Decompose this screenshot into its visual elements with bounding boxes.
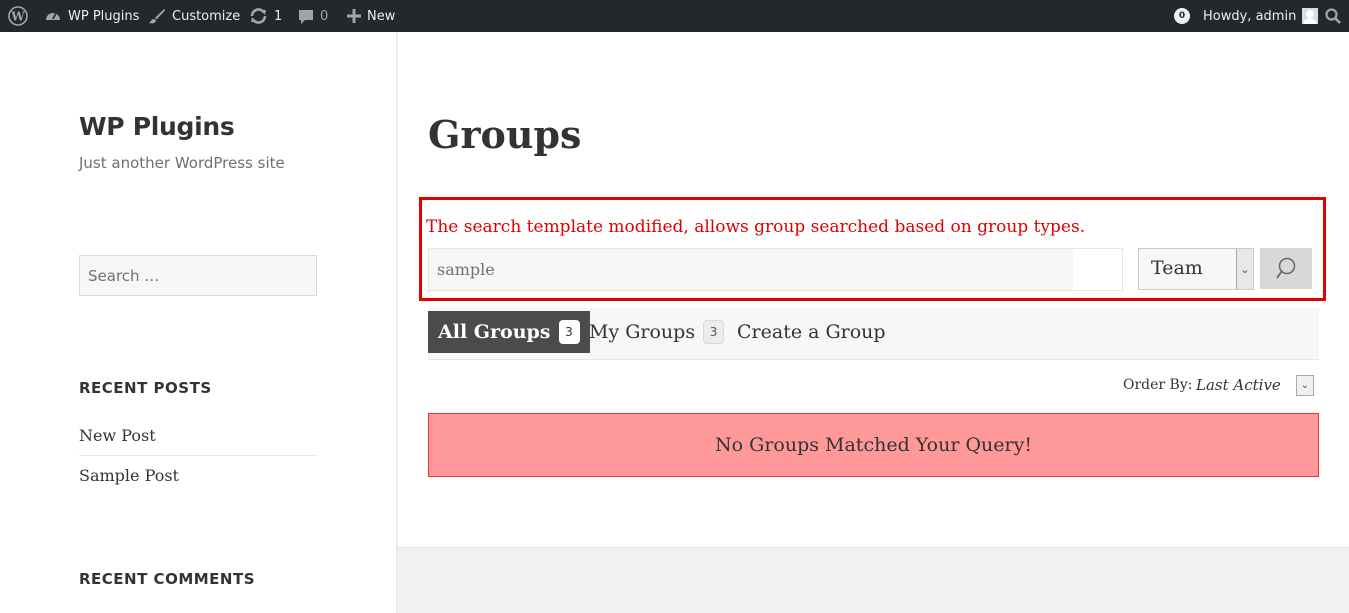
order-by-select[interactable]: Last Active [1196,376,1281,394]
updates-icon [250,8,267,24]
new-content-link[interactable]: New [347,0,395,32]
tab-label: My Groups [589,321,696,343]
search-icon [1276,257,1296,279]
main-content: Groups The search template modified, all… [398,32,1349,547]
page-title: Groups [428,112,582,157]
avatar [1302,8,1319,24]
tab-label: Create a Group [737,321,886,343]
group-search-field[interactable] [428,248,1123,291]
site-name-link[interactable]: WP Plugins [44,0,139,32]
wordpress-logo-icon: W [8,6,28,26]
comment-bubble-icon [299,9,313,24]
footer-area [398,547,1349,613]
updates-link[interactable]: 1 [249,0,282,32]
order-by-label: Order By: [1123,377,1193,393]
site-name-label: WP Plugins [68,8,140,24]
group-type-selected: Team [1151,257,1203,279]
dashboard-icon [46,12,60,20]
group-search-input[interactable] [429,249,1122,290]
tab-label: All Groups [438,321,551,343]
comments-link[interactable]: 0 [298,0,328,32]
plus-icon [347,9,361,23]
notifications-link[interactable]: 0 [1174,0,1190,32]
group-search-button[interactable] [1260,248,1312,289]
paintbrush-icon [149,9,165,24]
comments-count: 0 [320,8,329,24]
no-results-message: No Groups Matched Your Query! [428,413,1319,477]
divider [79,455,317,456]
svg-text:W: W [10,10,25,24]
recent-posts-heading: RECENT POSTS [79,379,212,397]
tab-count-badge: 3 [703,320,725,344]
notification-count-badge: 0 [1174,8,1190,24]
sidebar-search-input[interactable] [79,255,317,296]
customize-link[interactable]: Customize [148,0,240,32]
site-title[interactable]: WP Plugins [79,112,235,141]
wordpress-logo-button[interactable]: W [8,0,28,32]
chevron-down-icon: ⌄ [1236,249,1253,289]
template-notice: The search template modified, allows gro… [426,217,1086,237]
tab-my-groups[interactable]: My Groups 3 [589,311,725,353]
tab-all-groups[interactable]: All Groups 3 [428,311,590,353]
group-type-select[interactable]: Team ⌄ [1138,248,1254,290]
sidebar: WP Plugins Just another WordPress site R… [0,32,397,613]
my-account-link[interactable]: Howdy, admin [1203,0,1319,32]
admin-search-button[interactable] [1325,0,1341,32]
recent-post-link[interactable]: Sample Post [79,466,317,485]
howdy-label: Howdy, admin [1203,8,1297,24]
recent-post-link[interactable]: New Post [79,426,317,445]
new-label: New [367,8,396,24]
chevron-down-icon[interactable]: ⌄ [1296,375,1314,396]
updates-count: 1 [274,8,283,24]
customize-label: Customize [172,8,241,24]
tab-count-badge: 3 [558,320,580,344]
admin-bar: W WP Plugins Customize 1 0 New 0 Howdy, … [0,0,1349,32]
site-description: Just another WordPress site [79,154,285,172]
search-icon [1325,8,1341,24]
groups-tabs: All Groups 3 My Groups 3 Create a Group [428,308,1319,360]
recent-comments-heading: RECENT COMMENTS [79,570,256,588]
tab-create-group[interactable]: Create a Group [737,311,886,353]
